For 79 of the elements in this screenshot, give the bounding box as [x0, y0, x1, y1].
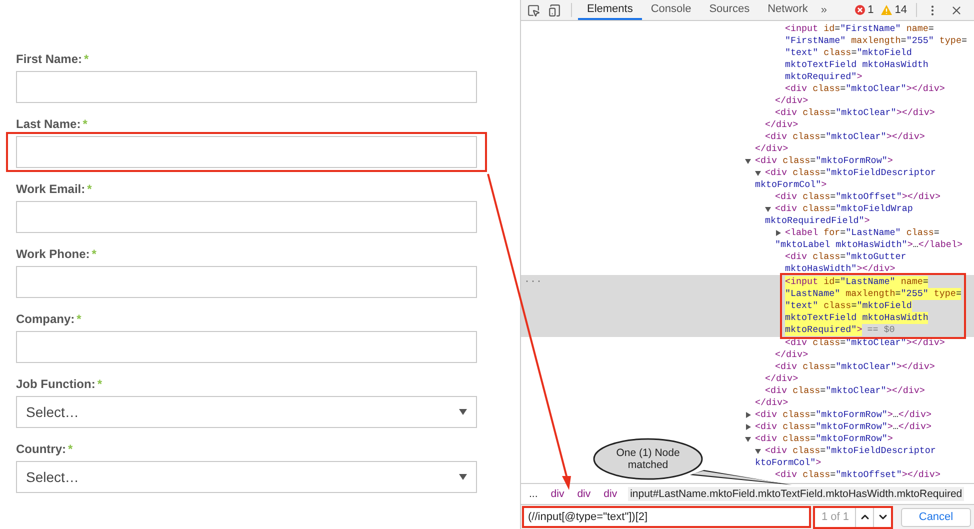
selected-marker: == $0: [867, 324, 895, 336]
caret-icon[interactable]: [745, 436, 751, 442]
code-line: <div class="mktoFormRow">…</div>: [755, 409, 932, 421]
code-line: <div class="mktoOffset"></div>: [775, 469, 940, 481]
more-tabs-button[interactable]: »: [820, 4, 828, 16]
code-line: <div class="mktoOffset"></div>: [775, 191, 940, 203]
code-line: </div>: [755, 397, 788, 409]
code-line: <div class="mktoClear"></div>: [785, 337, 945, 349]
caret-icon[interactable]: [765, 206, 771, 212]
match-count: 1 of 1: [821, 511, 849, 523]
caret-icon[interactable]: [745, 412, 751, 418]
caret-icon[interactable]: [745, 424, 751, 430]
breadcrumb[interactable]: input#LastName.mktoField.mktoTextField.mktoHasWidth.mktoRequired: [628, 487, 964, 501]
text-field[interactable]: [16, 331, 477, 363]
code-line: </div>: [765, 373, 798, 385]
code-line: <div class="mktoFormRow">…</div>: [755, 421, 932, 433]
inspect-icon[interactable]: [527, 4, 540, 16]
text-field[interactable]: [16, 71, 477, 103]
error-icon[interactable]: [854, 5, 865, 15]
code-line: "mktoLabel mktoHasWidth">…</label>: [775, 239, 962, 251]
code-line: <input id="FirstName" name=: [785, 23, 934, 35]
text-field[interactable]: [16, 266, 477, 298]
field-label: Job Function: *: [16, 377, 103, 391]
code-line: "FirstName" maxlength="255" type=: [785, 35, 967, 47]
device-icon[interactable]: [548, 4, 561, 16]
code-line: mktoRequiredField">: [765, 215, 870, 227]
code-line: ktoFormCol">: [755, 457, 822, 469]
code-line: <div class="mktoFieldWrap: [775, 203, 913, 215]
breadcrumb[interactable]: div: [602, 487, 620, 501]
breadcrumb[interactable]: div: [548, 487, 566, 501]
field-label: First Name: *: [16, 52, 90, 66]
devtools-tab[interactable]: Console: [642, 0, 700, 20]
caret-icon[interactable]: [755, 448, 761, 454]
dropdown-caret-icon: [459, 474, 467, 480]
code-line: </div>: [775, 95, 808, 107]
text-field[interactable]: [16, 201, 477, 233]
devtools-tab[interactable]: Network: [758, 0, 817, 20]
code-line: <div class="mktoClear"></div>: [765, 385, 925, 397]
devtools-tab[interactable]: Sources: [700, 0, 759, 20]
error-count: 1: [868, 4, 874, 16]
code-line: mktoFormCol">: [755, 179, 827, 191]
caret-icon[interactable]: [745, 158, 751, 164]
warning-count: 14: [894, 4, 907, 16]
code-line: mktoTextField mktoHasWidth: [785, 59, 928, 71]
callout-text: One (1) Node matched: [616, 447, 680, 471]
code-line: mktoRequired">: [785, 71, 862, 83]
code-line: <label for="LastName" class=: [785, 227, 940, 239]
field-label: Work Phone: *: [16, 247, 98, 261]
code-line: <div class="mktoClear"></div>: [785, 83, 945, 95]
select-field[interactable]: Select…: [16, 396, 477, 428]
text-field[interactable]: [16, 136, 477, 168]
code-line: <div class="mktoGutter: [785, 251, 906, 263]
caret-icon[interactable]: [775, 230, 781, 236]
code-line: <div class="mktoFieldDescriptor: [765, 445, 936, 457]
select-field[interactable]: Select…: [16, 461, 477, 493]
breadcrumb[interactable]: div: [575, 487, 593, 501]
code-line: <div class="mktoFormRow">: [755, 155, 893, 167]
code-line: </div>: [775, 349, 808, 361]
cancel-button[interactable]: Cancel: [901, 508, 971, 526]
field-label: Company: *: [16, 312, 82, 326]
code-line: <div class="mktoFieldDescriptor: [765, 167, 936, 179]
selected-row[interactable]: ... <input id="LastName" name= "LastName" maxlength="255" type= "text" class="mktoField mktoTextField mktoHasWidth mktoRequired"> == $0: [521, 275, 974, 337]
code-line: </div>: [765, 119, 798, 131]
code-line: <div class="mktoClear"></div>: [775, 107, 935, 119]
code-line: <div class="mktoClear"></div>: [775, 361, 935, 373]
breadcrumb-overflow[interactable]: ...: [527, 487, 540, 501]
search-field[interactable]: (//input[@type="text"])[2]: [524, 508, 810, 526]
code-line: <div class="mktoClear"></div>: [765, 131, 925, 143]
dropdown-caret-icon: [459, 409, 467, 415]
code-line: </div>: [755, 143, 788, 155]
field-label: Work Email: *: [16, 182, 93, 196]
field-label: Last Name: *: [16, 117, 88, 131]
code-line: <div class="mktoFormRow">: [755, 433, 893, 445]
caret-icon[interactable]: [755, 170, 761, 176]
close-icon[interactable]: [950, 4, 963, 16]
code-line: mktoHasWidth"></div>: [785, 263, 896, 275]
code-line: "text" class="mktoField: [785, 47, 912, 59]
field-label: Country: *: [16, 442, 74, 456]
devtools-tab[interactable]: Elements: [578, 0, 642, 20]
